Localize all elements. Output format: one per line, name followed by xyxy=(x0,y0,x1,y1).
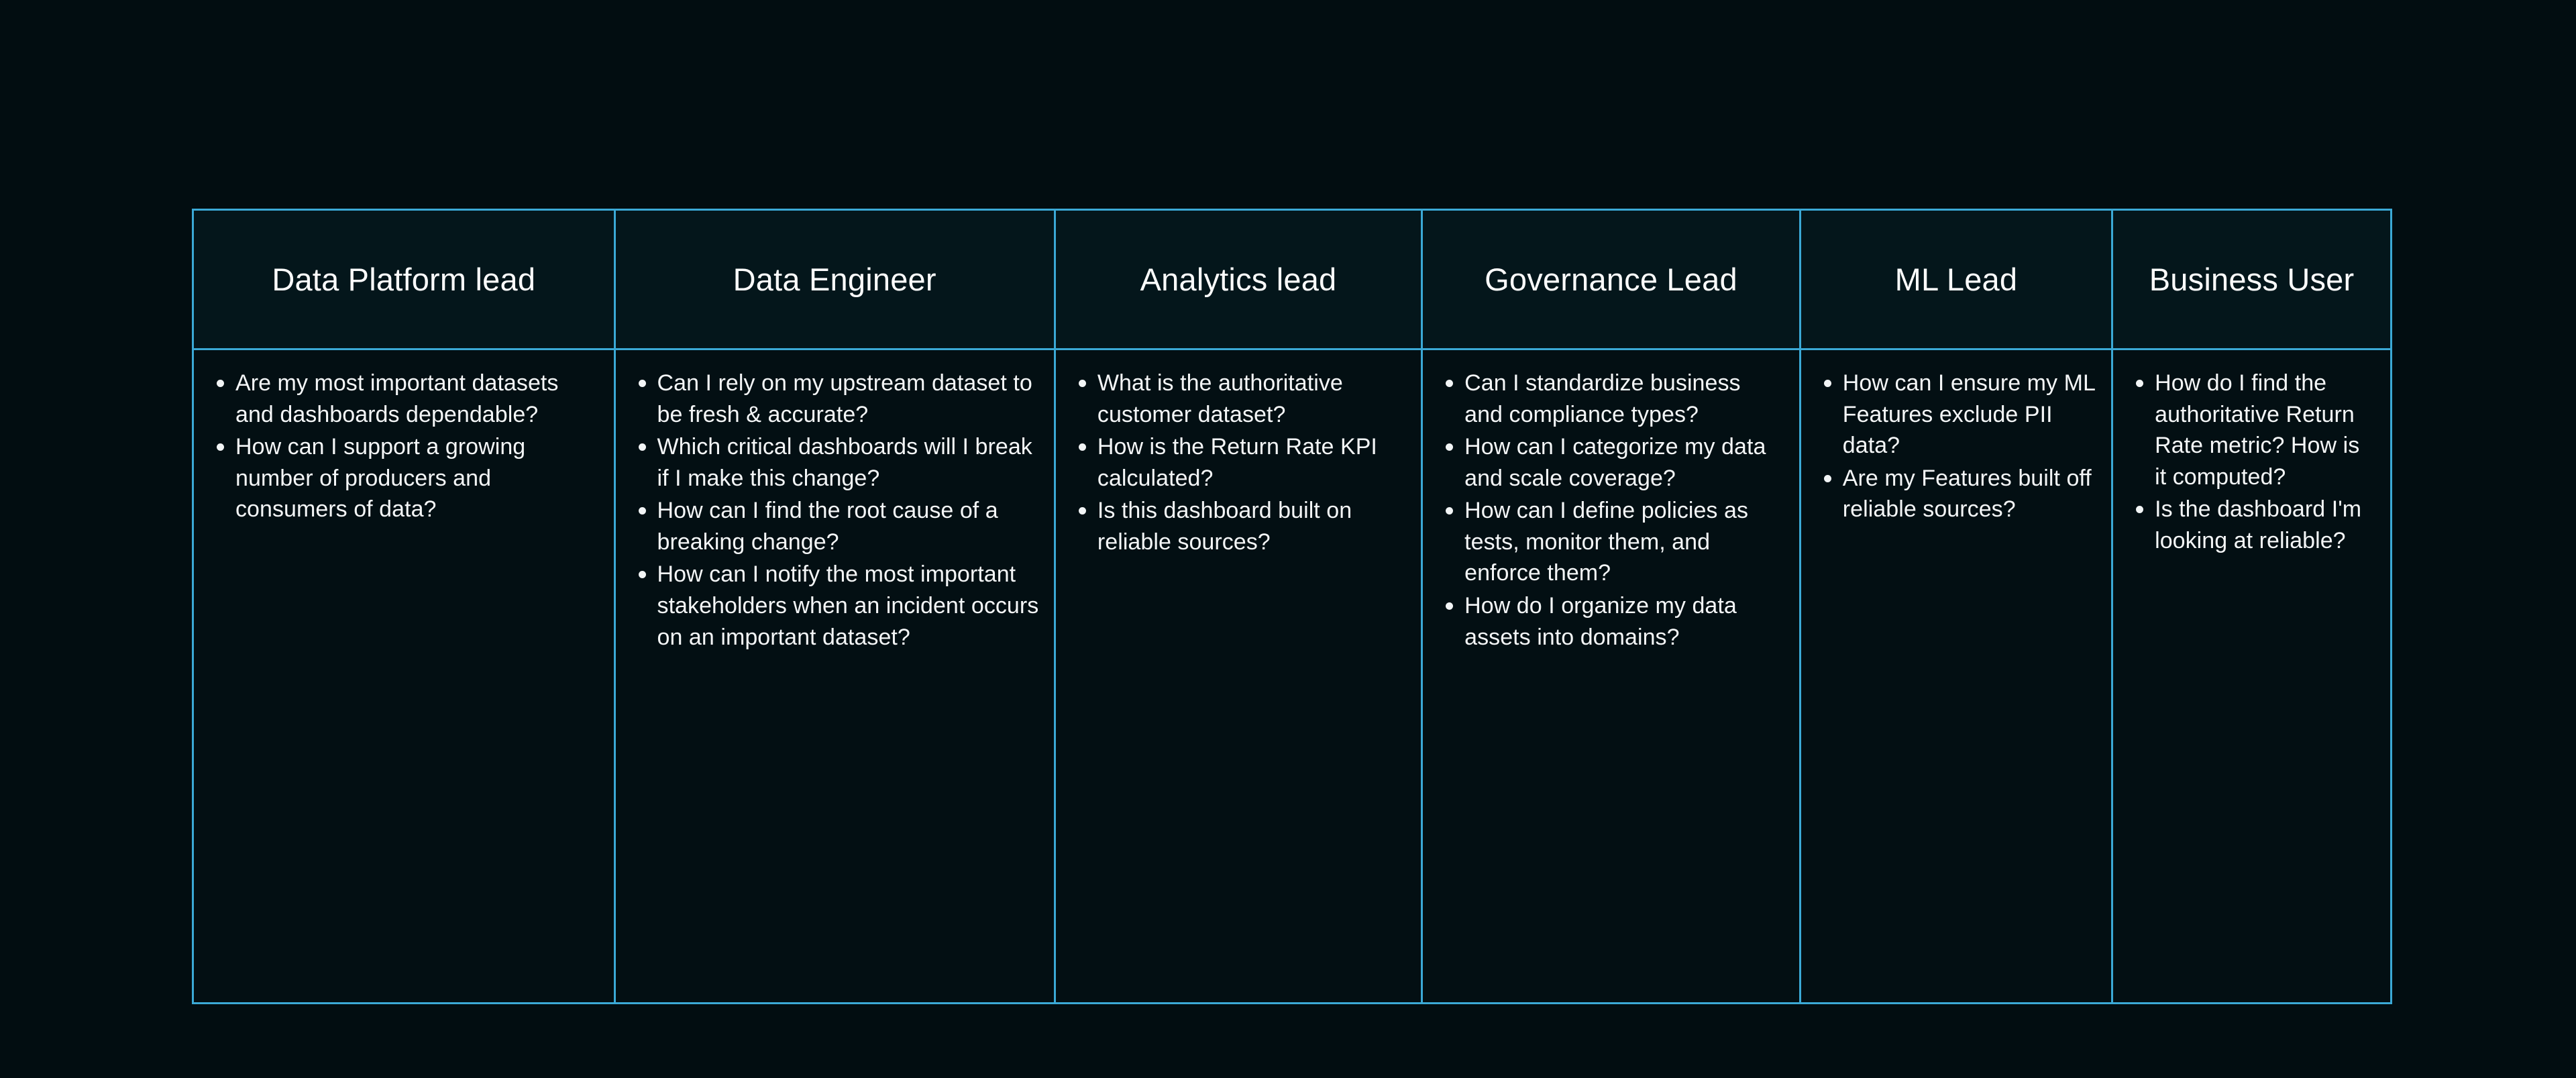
column-header-business-user: Business User xyxy=(2111,209,2392,350)
column-header-data-engineer: Data Engineer xyxy=(613,209,1056,350)
cell-governance-lead: Can I standardize business and complianc… xyxy=(1421,348,1801,1004)
list-item: How do I find the authoritative Return R… xyxy=(2128,368,2375,492)
list-item: Are my Features built off reliable sourc… xyxy=(1816,463,2096,525)
list-item: Can I rely on my upstream dataset to be … xyxy=(631,368,1039,430)
question-list-ml-lead: How can I ensure my ML Features exclude … xyxy=(1816,368,2096,525)
question-list-analytics-lead: What is the authoritative customer datas… xyxy=(1071,368,1406,557)
list-item: Is this dashboard built on reliable sour… xyxy=(1071,495,1406,557)
cell-ml-lead: How can I ensure my ML Features exclude … xyxy=(1799,348,2114,1004)
table-header-row: Data Platform lead Data Engineer Analyti… xyxy=(192,209,2392,350)
column-header-label: Analytics lead xyxy=(1140,261,1337,297)
list-item: Are my most important datasets and dashb… xyxy=(209,368,599,430)
column-header-analytics-lead: Analytics lead xyxy=(1053,209,1424,350)
table-body-row-group: Are my most important datasets and dashb… xyxy=(192,348,2392,1004)
list-item: Which critical dashboards will I break i… xyxy=(631,431,1039,494)
table-row: Are my most important datasets and dashb… xyxy=(192,348,2392,1004)
column-header-data-platform-lead: Data Platform lead xyxy=(192,209,616,350)
list-item: Can I standardize business and complianc… xyxy=(1438,368,1784,430)
column-header-governance-lead: Governance Lead xyxy=(1421,209,1801,350)
question-list-data-engineer: Can I rely on my upstream dataset to be … xyxy=(631,368,1039,653)
cell-data-engineer: Can I rely on my upstream dataset to be … xyxy=(613,348,1056,1004)
cell-analytics-lead: What is the authoritative customer datas… xyxy=(1053,348,1424,1004)
cell-data-platform-lead: Are my most important datasets and dashb… xyxy=(192,348,616,1004)
list-item: How can I categorize my data and scale c… xyxy=(1438,431,1784,494)
question-list-data-platform-lead: Are my most important datasets and dashb… xyxy=(209,368,599,525)
list-item: How can I find the root cause of a break… xyxy=(631,495,1039,557)
list-item: How can I ensure my ML Features exclude … xyxy=(1816,368,2096,462)
cell-business-user: How do I find the authoritative Return R… xyxy=(2111,348,2392,1004)
column-header-label: Business User xyxy=(2149,261,2355,297)
list-item: How can I define policies as tests, moni… xyxy=(1438,495,1784,589)
column-header-label: Governance Lead xyxy=(1485,261,1737,297)
table-header-row-group: Data Platform lead Data Engineer Analyti… xyxy=(192,209,2392,350)
column-header-label: Data Engineer xyxy=(733,261,936,297)
list-item: Is the dashboard I'm looking at reliable… xyxy=(2128,494,2375,556)
list-item: How can I notify the most important stak… xyxy=(631,559,1039,653)
column-header-label: ML Lead xyxy=(1894,261,2018,297)
list-item: What is the authoritative customer datas… xyxy=(1071,368,1406,430)
persona-questions-table: Data Platform lead Data Engineer Analyti… xyxy=(192,209,2392,1004)
question-list-business-user: How do I find the authoritative Return R… xyxy=(2128,368,2375,556)
column-header-ml-lead: ML Lead xyxy=(1799,209,2114,350)
list-item: How do I organize my data assets into do… xyxy=(1438,590,1784,653)
list-item: How can I support a growing number of pr… xyxy=(209,431,599,525)
column-header-label: Data Platform lead xyxy=(272,261,536,297)
list-item: How is the Return Rate KPI calculated? xyxy=(1071,431,1406,494)
question-list-governance-lead: Can I standardize business and complianc… xyxy=(1438,368,1784,653)
persona-questions-table-container: Data Platform lead Data Engineer Analyti… xyxy=(192,209,2392,1004)
